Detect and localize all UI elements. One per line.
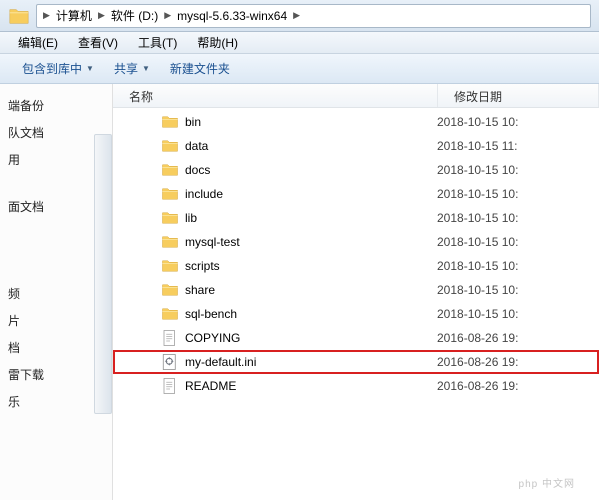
breadcrumb-item[interactable]: 计算机 bbox=[52, 7, 96, 24]
folder-icon bbox=[161, 209, 179, 227]
folder-icon bbox=[161, 137, 179, 155]
file-name: sql-bench bbox=[185, 307, 437, 321]
file-name: scripts bbox=[185, 259, 437, 273]
file-date: 2018-10-15 11: bbox=[437, 139, 518, 153]
menu-help[interactable]: 帮助(H) bbox=[187, 32, 248, 53]
nav-gap bbox=[0, 173, 106, 193]
column-headers: 名称 修改日期 bbox=[113, 84, 599, 108]
file-row[interactable]: sql-bench2018-10-15 10: bbox=[113, 302, 599, 326]
sidebar-item[interactable]: 用 bbox=[0, 146, 106, 173]
sidebar-item[interactable]: 档 bbox=[0, 334, 106, 361]
chevron-right-icon: ▶ bbox=[162, 10, 173, 21]
file-name: docs bbox=[185, 163, 437, 177]
column-header-modified[interactable]: 修改日期 bbox=[438, 84, 599, 107]
file-name: lib bbox=[185, 211, 437, 225]
chevron-right-icon: ▶ bbox=[41, 10, 52, 21]
chevron-right-icon: ▶ bbox=[96, 10, 107, 21]
toolbar-label: 共享 bbox=[114, 60, 138, 77]
file-date: 2018-10-15 10: bbox=[437, 211, 518, 225]
column-header-name[interactable]: 名称 bbox=[113, 84, 438, 107]
file-name: my-default.ini bbox=[185, 355, 437, 369]
sidebar-item[interactable]: 端备份 bbox=[0, 92, 106, 119]
folder-icon bbox=[161, 161, 179, 179]
file-row[interactable]: include2018-10-15 10: bbox=[113, 182, 599, 206]
file-list-pane: 名称 修改日期 bin2018-10-15 10:data2018-10-15 … bbox=[113, 84, 599, 500]
menu-view[interactable]: 查看(V) bbox=[68, 32, 128, 53]
toolbar-label: 新建文件夹 bbox=[170, 60, 230, 77]
file-date: 2016-08-26 19: bbox=[437, 331, 518, 345]
sidebar-item[interactable]: 乐 bbox=[0, 388, 106, 415]
file-date: 2018-10-15 10: bbox=[437, 235, 518, 249]
file-row[interactable]: docs2018-10-15 10: bbox=[113, 158, 599, 182]
breadcrumb[interactable]: ▶ 计算机 ▶ 软件 (D:) ▶ mysql-5.6.33-winx64 ▶ bbox=[36, 4, 591, 28]
file-date: 2018-10-15 10: bbox=[437, 307, 518, 321]
splitter[interactable] bbox=[94, 84, 112, 500]
toolbar-label: 包含到库中 bbox=[22, 60, 82, 77]
menu-tools[interactable]: 工具(T) bbox=[128, 32, 187, 53]
file-row[interactable]: scripts2018-10-15 10: bbox=[113, 254, 599, 278]
folder-icon bbox=[161, 305, 179, 323]
file-row[interactable]: README2016-08-26 19: bbox=[113, 374, 599, 398]
file-icon bbox=[161, 377, 179, 395]
file-row[interactable]: my-default.ini2016-08-26 19: bbox=[113, 350, 599, 374]
file-date: 2018-10-15 10: bbox=[437, 259, 518, 273]
content-area: 端备份队文档用面文档频片档雷下载乐 名称 修改日期 bin2018-10-15 … bbox=[0, 84, 599, 500]
file-name: include bbox=[185, 187, 437, 201]
file-name: share bbox=[185, 283, 437, 297]
folder-icon bbox=[161, 233, 179, 251]
new-folder-button[interactable]: 新建文件夹 bbox=[160, 56, 240, 81]
file-date: 2018-10-15 10: bbox=[437, 283, 518, 297]
file-date: 2016-08-26 19: bbox=[437, 355, 518, 369]
file-row[interactable]: share2018-10-15 10: bbox=[113, 278, 599, 302]
sidebar-item[interactable]: 面文档 bbox=[0, 193, 106, 220]
include-in-library-button[interactable]: 包含到库中 ▼ bbox=[12, 56, 104, 81]
folder-icon bbox=[161, 185, 179, 203]
chevron-down-icon: ▼ bbox=[142, 64, 150, 73]
sidebar-item[interactable]: 雷下载 bbox=[0, 361, 106, 388]
nav-gap bbox=[0, 260, 106, 280]
share-button[interactable]: 共享 ▼ bbox=[104, 56, 160, 81]
file-name: data bbox=[185, 139, 437, 153]
address-bar: ▶ 计算机 ▶ 软件 (D:) ▶ mysql-5.6.33-winx64 ▶ bbox=[0, 0, 599, 32]
file-name: README bbox=[185, 379, 437, 393]
sidebar-item[interactable]: 队文档 bbox=[0, 119, 106, 146]
chevron-right-icon: ▶ bbox=[291, 10, 302, 21]
folder-icon bbox=[161, 257, 179, 275]
file-row[interactable]: lib2018-10-15 10: bbox=[113, 206, 599, 230]
folder-icon bbox=[161, 281, 179, 299]
file-date: 2018-10-15 10: bbox=[437, 163, 518, 177]
file-row[interactable]: mysql-test2018-10-15 10: bbox=[113, 230, 599, 254]
sidebar-item[interactable]: 频 bbox=[0, 280, 106, 307]
file-date: 2016-08-26 19: bbox=[437, 379, 518, 393]
breadcrumb-item[interactable]: 软件 (D:) bbox=[107, 7, 162, 24]
menu-edit[interactable]: 编辑(E) bbox=[8, 32, 68, 53]
folder-icon bbox=[161, 113, 179, 131]
file-name: mysql-test bbox=[185, 235, 437, 249]
file-row[interactable]: COPYING2016-08-26 19: bbox=[113, 326, 599, 350]
file-icon bbox=[161, 329, 179, 347]
file-name: COPYING bbox=[185, 331, 437, 345]
file-name: bin bbox=[185, 115, 437, 129]
nav-gap bbox=[0, 240, 106, 260]
file-date: 2018-10-15 10: bbox=[437, 115, 518, 129]
file-row[interactable]: data2018-10-15 11: bbox=[113, 134, 599, 158]
settings-file-icon bbox=[161, 353, 179, 371]
file-date: 2018-10-15 10: bbox=[437, 187, 518, 201]
sidebar-item[interactable]: 片 bbox=[0, 307, 106, 334]
nav-gap bbox=[0, 220, 106, 240]
breadcrumb-item[interactable]: mysql-5.6.33-winx64 bbox=[173, 9, 291, 23]
folder-icon bbox=[8, 5, 30, 27]
file-row[interactable]: bin2018-10-15 10: bbox=[113, 110, 599, 134]
chevron-down-icon: ▼ bbox=[86, 64, 94, 73]
navigation-pane: 端备份队文档用面文档频片档雷下载乐 bbox=[0, 84, 113, 500]
menu-bar: 编辑(E) 查看(V) 工具(T) 帮助(H) bbox=[0, 32, 599, 54]
toolbar: 包含到库中 ▼ 共享 ▼ 新建文件夹 bbox=[0, 54, 599, 84]
